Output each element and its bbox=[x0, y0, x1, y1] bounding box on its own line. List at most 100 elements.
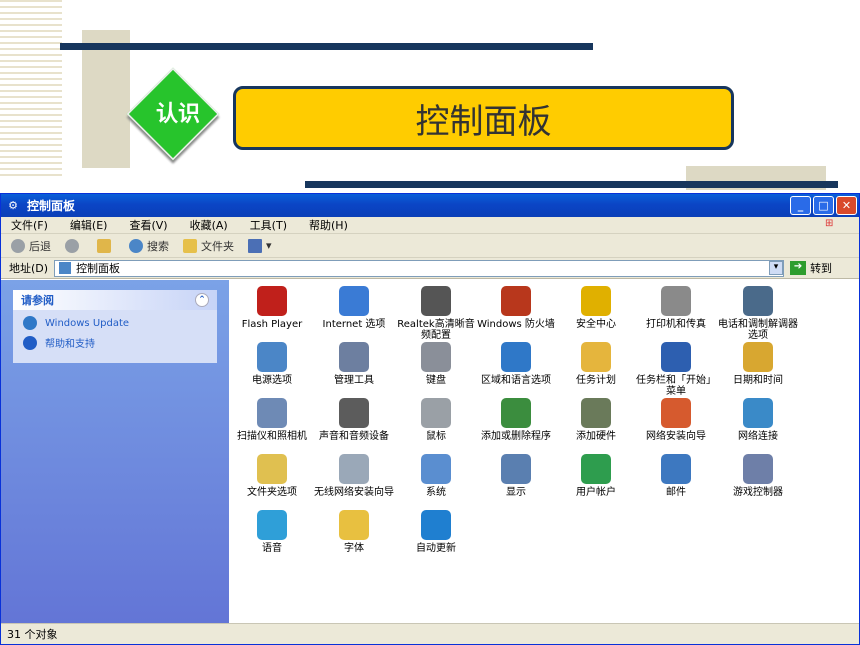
control-panel-item-icon bbox=[257, 454, 287, 484]
control-panel-item[interactable]: 电话和调制解调器选项 bbox=[718, 286, 798, 341]
control-panel-item[interactable]: 任务栏和「开始」菜单 bbox=[636, 342, 716, 397]
control-panel-item-label: 显示 bbox=[506, 487, 526, 498]
status-bar: 31 个对象 bbox=[1, 623, 859, 644]
windows-update-link[interactable]: Windows Update bbox=[23, 316, 207, 330]
explorer-window: ⚙ 控制面板 _ □ ✕ 文件(F) 编辑(E) 查看(V) 收藏(A) 工具(… bbox=[0, 193, 860, 645]
control-panel-item-label: 任务计划 bbox=[576, 375, 616, 386]
control-panel-item-icon bbox=[339, 510, 369, 540]
control-panel-item[interactable]: 区域和语言选项 bbox=[476, 342, 556, 386]
control-panel-item-label: 扫描仪和照相机 bbox=[237, 431, 307, 442]
control-panel-item-label: 邮件 bbox=[666, 487, 686, 498]
control-panel-item-icon bbox=[661, 398, 691, 428]
control-panel-item-icon bbox=[421, 510, 451, 540]
control-panel-item-label: 游戏控制器 bbox=[733, 487, 783, 498]
help-support-link[interactable]: 帮助和支持 bbox=[23, 335, 207, 350]
control-panel-item[interactable]: 电源选项 bbox=[232, 342, 312, 386]
minimize-button[interactable]: _ bbox=[790, 196, 811, 215]
toolbar: 后退 搜索 文件夹 ▾ bbox=[1, 234, 859, 258]
menu-file[interactable]: 文件(F) bbox=[11, 217, 48, 233]
views-button[interactable]: ▾ bbox=[248, 238, 272, 253]
control-panel-item[interactable]: 声音和音频设备 bbox=[314, 398, 394, 442]
control-panel-items: Flash Player Internet 选项 Realtek高清晰音频配置 Win… bbox=[229, 280, 859, 624]
control-panel-item[interactable]: 文件夹选项 bbox=[232, 454, 312, 498]
control-panel-item[interactable]: 用户帐户 bbox=[556, 454, 636, 498]
control-panel-item[interactable]: 字体 bbox=[314, 510, 394, 554]
control-panel-small-icon bbox=[59, 262, 72, 274]
control-panel-item[interactable]: 显示 bbox=[476, 454, 556, 498]
see-also-header[interactable]: 请参阅 ⌃ bbox=[13, 290, 217, 310]
control-panel-item-label: 安全中心 bbox=[576, 319, 616, 330]
badge-label: 认识 bbox=[155, 102, 200, 127]
control-panel-item-label: 无线网络安装向导 bbox=[314, 487, 394, 498]
close-button[interactable]: ✕ bbox=[836, 196, 857, 215]
control-panel-item[interactable]: 扫描仪和照相机 bbox=[232, 398, 312, 442]
control-panel-item-label: 字体 bbox=[344, 543, 364, 554]
control-panel-item[interactable]: 添加硬件 bbox=[556, 398, 636, 442]
slide: 认识 控制面板 ⚙ 控制面板 _ □ ✕ 文件(F) 编辑(E) 查看(V) 收… bbox=[0, 0, 860, 645]
title-bar[interactable]: ⚙ 控制面板 _ □ ✕ bbox=[1, 194, 859, 217]
control-panel-item[interactable]: 管理工具 bbox=[314, 342, 394, 386]
address-label: 地址(D) bbox=[9, 262, 49, 275]
control-panel-item[interactable]: 游戏控制器 bbox=[718, 454, 798, 498]
control-panel-item[interactable]: Windows 防火墙 bbox=[476, 286, 556, 330]
control-panel-item-icon bbox=[421, 286, 451, 316]
control-panel-item[interactable]: 语音 bbox=[232, 510, 312, 554]
control-panel-item-icon bbox=[339, 342, 369, 372]
search-icon bbox=[129, 238, 143, 253]
menu-view[interactable]: 查看(V) bbox=[129, 217, 167, 233]
control-panel-item-icon bbox=[661, 342, 691, 372]
control-panel-item-icon bbox=[501, 342, 531, 372]
back-arrow-icon bbox=[11, 238, 25, 253]
control-panel-item-label: 电源选项 bbox=[252, 375, 292, 386]
control-panel-item-label: Windows 防火墙 bbox=[477, 319, 555, 330]
up-folder-icon bbox=[97, 238, 111, 253]
control-panel-item[interactable]: 系统 bbox=[396, 454, 476, 498]
control-panel-item-label: 网络安装向导 bbox=[646, 431, 706, 442]
control-panel-item-label: 添加或删除程序 bbox=[481, 431, 551, 442]
control-panel-item[interactable]: Realtek高清晰音频配置 bbox=[396, 286, 476, 341]
control-panel-item[interactable]: 自动更新 bbox=[396, 510, 476, 554]
control-panel-item[interactable]: 鼠标 bbox=[396, 398, 476, 442]
menu-tools[interactable]: 工具(T) bbox=[250, 217, 287, 233]
see-also-panel: 请参阅 ⌃ Windows Update 帮助和支持 bbox=[13, 290, 217, 363]
menu-help[interactable]: 帮助(H) bbox=[309, 217, 348, 233]
collapse-chevron-icon[interactable]: ⌃ bbox=[195, 293, 209, 307]
control-panel-item[interactable]: Flash Player bbox=[232, 286, 312, 330]
control-panel-item[interactable]: 邮件 bbox=[636, 454, 716, 498]
go-arrow-icon: ➔ bbox=[790, 261, 807, 275]
search-button[interactable]: 搜索 bbox=[129, 238, 169, 254]
control-panel-item[interactable]: Internet 选项 bbox=[314, 286, 394, 330]
address-field[interactable]: 控制面板 ▾ bbox=[54, 259, 785, 277]
search-label: 搜索 bbox=[147, 239, 169, 253]
control-panel-item-icon bbox=[743, 342, 773, 372]
control-panel-item-icon bbox=[661, 454, 691, 484]
control-panel-item[interactable]: 任务计划 bbox=[556, 342, 636, 386]
control-panel-item[interactable]: 网络安装向导 bbox=[636, 398, 716, 442]
control-panel-item-label: 打印机和传真 bbox=[646, 319, 706, 330]
menu-favorites[interactable]: 收藏(A) bbox=[190, 217, 228, 233]
help-icon bbox=[23, 335, 37, 350]
go-label: 转到 bbox=[810, 262, 833, 275]
folders-button[interactable]: 文件夹 bbox=[183, 238, 234, 254]
control-panel-item-label: 添加硬件 bbox=[576, 431, 616, 442]
back-button[interactable]: 后退 bbox=[11, 238, 51, 254]
control-panel-item[interactable]: 键盘 bbox=[396, 342, 476, 386]
control-panel-item[interactable]: 安全中心 bbox=[556, 286, 636, 330]
up-folder-button[interactable] bbox=[97, 238, 115, 253]
control-panel-item[interactable]: 添加或删除程序 bbox=[476, 398, 556, 442]
maximize-button[interactable]: □ bbox=[813, 196, 834, 215]
forward-button[interactable] bbox=[65, 238, 83, 253]
control-panel-item[interactable]: 网络连接 bbox=[718, 398, 798, 442]
control-panel-item[interactable]: 日期和时间 bbox=[718, 342, 798, 386]
decorative-bar-top bbox=[60, 43, 593, 50]
go-button[interactable]: ➔ 转到 bbox=[790, 260, 832, 276]
control-panel-item[interactable]: 无线网络安装向导 bbox=[314, 454, 394, 498]
back-label: 后退 bbox=[29, 239, 51, 253]
address-dropdown-icon[interactable]: ▾ bbox=[769, 261, 784, 275]
menu-edit[interactable]: 编辑(E) bbox=[70, 217, 108, 233]
folder-icon bbox=[183, 238, 197, 253]
control-panel-item[interactable]: 打印机和传真 bbox=[636, 286, 716, 330]
control-panel-item-icon bbox=[501, 454, 531, 484]
control-panel-item-label: 管理工具 bbox=[334, 375, 374, 386]
control-panel-item-label: 自动更新 bbox=[416, 543, 456, 554]
